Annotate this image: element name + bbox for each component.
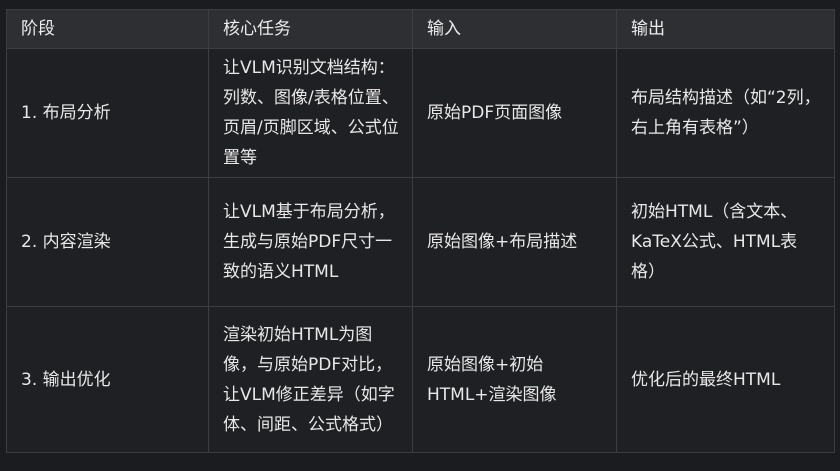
header-task: 核心任务 [208, 9, 413, 49]
header-stage: 阶段 [6, 9, 209, 49]
cell-task: 让VLM基于布局分析，生成与原始PDF尺寸一致的语义HTML [208, 177, 413, 307]
cell-output: 初始HTML（含文本、KaTeX公式、HTML表格） [616, 177, 835, 307]
cell-output: 布局结构描述（如“2列，右上角有表格”） [616, 48, 835, 178]
cell-task: 让VLM识别文档结构：列数、图像/表格位置、页眉/页脚区域、公式位置等 [208, 48, 413, 178]
cell-stage: 2. 内容渲染 [6, 177, 209, 307]
header-input: 输入 [412, 9, 617, 49]
cell-input: 原始图像+布局描述 [412, 177, 617, 307]
cell-output: 优化后的最终HTML [616, 306, 835, 453]
table-row: 2. 内容渲染 让VLM基于布局分析，生成与原始PDF尺寸一致的语义HTML 原… [6, 177, 835, 307]
table-row: 1. 布局分析 让VLM识别文档结构：列数、图像/表格位置、页眉/页脚区域、公式… [6, 48, 835, 178]
table-row: 3. 输出优化 渲染初始HTML为图像，与原始PDF对比，让VLM修正差异（如字… [6, 306, 835, 453]
pipeline-table: 阶段 核心任务 输入 输出 1. 布局分析 让VLM识别文档结构：列数、图像/表… [6, 9, 835, 453]
document-table-view: 阶段 核心任务 输入 输出 1. 布局分析 让VLM识别文档结构：列数、图像/表… [0, 0, 840, 471]
cell-input: 原始PDF页面图像 [412, 48, 617, 178]
cell-stage: 1. 布局分析 [6, 48, 209, 178]
table-header-row: 阶段 核心任务 输入 输出 [6, 9, 835, 49]
cell-input: 原始图像+初始HTML+渲染图像 [412, 306, 617, 453]
header-output: 输出 [616, 9, 835, 49]
cell-stage: 3. 输出优化 [6, 306, 209, 453]
cell-task: 渲染初始HTML为图像，与原始PDF对比，让VLM修正差异（如字体、间距、公式格… [208, 306, 413, 453]
